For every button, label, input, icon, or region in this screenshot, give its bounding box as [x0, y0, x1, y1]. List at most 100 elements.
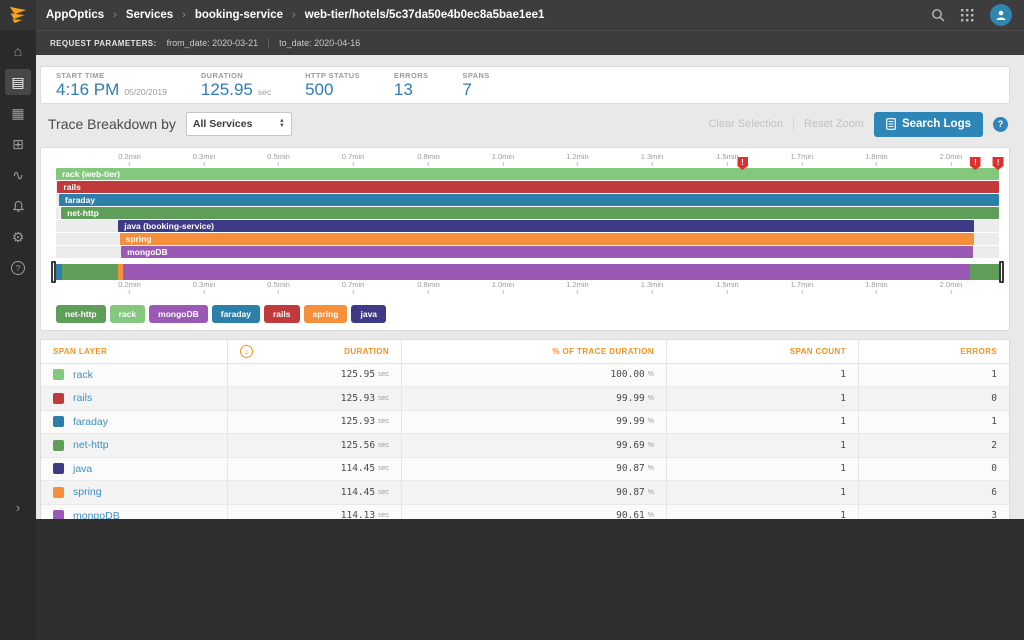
breadcrumb-booking-service[interactable]: booking-service	[195, 9, 283, 21]
duration-value: 114.45	[341, 463, 375, 474]
cell-span-count: 1	[667, 481, 859, 504]
cell-span-count: 1	[667, 458, 859, 481]
errors-value: 0	[991, 463, 997, 474]
table-row-net-http[interactable]: net-http125.56sec99.69%12	[41, 434, 1009, 458]
sidebar-item-traces[interactable]: ▤	[5, 69, 31, 95]
pct-value: 99.69	[616, 440, 645, 451]
stat-errors: ERRORS 13	[394, 71, 429, 100]
cell-errors: 6	[859, 481, 1009, 504]
layer-color-swatch	[53, 369, 64, 380]
column-header-span-count[interactable]: SPAN COUNT	[667, 340, 859, 363]
column-header-span-layer[interactable]: SPAN LAYER	[41, 340, 228, 363]
legend-chip-faraday[interactable]: faraday	[212, 305, 260, 323]
bell-icon	[12, 200, 25, 213]
minimap-left-handle[interactable]	[51, 261, 56, 283]
reset-zoom-link[interactable]: Reset Zoom	[804, 118, 864, 130]
search-icon[interactable]	[931, 8, 945, 22]
column-header-pct-trace-duration[interactable]: % OF TRACE DURATION	[402, 340, 667, 363]
search-logs-button[interactable]: Search Logs	[874, 112, 983, 137]
clear-selection-link[interactable]: Clear Selection	[708, 118, 783, 130]
legend-chip-mongoDB[interactable]: mongoDB	[149, 305, 208, 323]
cell-span-count: 1	[667, 434, 859, 457]
minimap-segment-net-http	[62, 264, 119, 280]
app-grid-icon[interactable]	[961, 9, 974, 22]
sidebar-item-home[interactable]: ⌂	[5, 38, 31, 64]
sidebar-item-alerts[interactable]	[5, 193, 31, 219]
sidebar-item-metrics[interactable]: ▦	[5, 100, 31, 126]
pct-unit: %	[648, 371, 654, 378]
table-row-rails[interactable]: rails125.93sec99.99%10	[41, 387, 1009, 411]
axis-tick-line	[502, 162, 503, 166]
legend-chip-rails[interactable]: rails	[264, 305, 300, 323]
sort-descending-icon[interactable]: ↓	[240, 345, 253, 358]
legend-chip-spring[interactable]: spring	[304, 305, 348, 323]
stat-value: 125.95	[201, 80, 253, 100]
nav-right-actions	[931, 4, 1024, 26]
column-header-errors[interactable]: ERRORS	[859, 340, 1009, 363]
span-row-rack: rack (web-tier)	[56, 168, 999, 180]
divider	[268, 38, 269, 48]
search-logs-label: Search Logs	[902, 118, 971, 130]
layer-name-link[interactable]: rails	[73, 392, 92, 404]
cell-duration: 125.93sec	[228, 387, 402, 410]
sidebar-item-help[interactable]: ?	[5, 255, 31, 281]
axis-tick-label: 1.8min	[865, 152, 888, 161]
solarwinds-logo-icon	[8, 6, 28, 24]
cell-pct-trace-duration: 99.99%	[402, 387, 667, 410]
minimap-track[interactable]	[56, 264, 999, 280]
sidebar-item-settings[interactable]: ⚙	[5, 224, 31, 250]
axis-tick: 0.2min	[118, 152, 141, 166]
solarwinds-logo[interactable]	[0, 0, 36, 30]
errors-value: 2	[991, 440, 997, 451]
pct-unit: %	[648, 465, 654, 472]
breadcrumb-trace-id[interactable]: web-tier/hotels/5c37da50e4b0ec8a5bae1ee1	[305, 9, 545, 21]
axis-tick: 0.2min	[118, 280, 141, 294]
table-row-faraday[interactable]: faraday125.93sec99.99%11	[41, 411, 1009, 435]
span-bar-label: faraday	[59, 194, 999, 206]
span-bar-faraday[interactable]: faraday	[59, 194, 999, 206]
sidebar-expand-chevron[interactable]: ›	[0, 500, 36, 515]
layer-name-link[interactable]: mongoDB	[73, 510, 120, 519]
table-row-rack[interactable]: rack125.95sec100.00%11	[41, 364, 1009, 388]
span-bar-net-http[interactable]: net-http	[61, 207, 999, 219]
span-bar-java[interactable]: java (booking-service)	[118, 220, 973, 232]
span-row-net-http: net-http	[56, 207, 999, 219]
layer-name-link[interactable]: spring	[73, 486, 102, 498]
span-bar-mongoDB[interactable]: mongoDB	[121, 246, 973, 258]
layer-name-link[interactable]: rack	[73, 369, 93, 381]
toolbar-actions: Clear Selection Reset Zoom Search Logs ?	[708, 112, 1008, 137]
sidebar-item-live[interactable]: ∿	[5, 162, 31, 188]
trace-breakdown-toolbar: Trace Breakdown by All Services ▲▼ Clear…	[40, 104, 1010, 144]
span-bar-rails[interactable]: rails	[57, 181, 999, 193]
axis-tick: 0.3min	[193, 280, 216, 294]
table-row-mongoDB[interactable]: mongoDB114.13sec90.61%13	[41, 505, 1009, 520]
legend-chip-rack[interactable]: rack	[110, 305, 146, 323]
axis-tick-label: 2.0min	[940, 152, 963, 161]
axis-tick: 1.8min	[865, 152, 888, 166]
span-bar-rack[interactable]: rack (web-tier)	[56, 168, 999, 180]
axis-tick-line	[278, 290, 279, 294]
layer-name-link[interactable]: net-http	[73, 439, 109, 451]
cell-duration: 114.45sec	[228, 458, 402, 481]
axis-tick-line	[353, 162, 354, 166]
axis-tick: 1.5min	[716, 152, 739, 166]
help-badge-icon[interactable]: ?	[993, 117, 1008, 132]
table-row-spring[interactable]: spring114.45sec90.87%16	[41, 481, 1009, 505]
layer-name-link[interactable]: java	[73, 463, 92, 475]
legend-chip-net-http[interactable]: net-http	[56, 305, 106, 323]
legend-chip-java[interactable]: java	[351, 305, 386, 323]
user-avatar[interactable]	[990, 4, 1012, 26]
minimap-right-handle[interactable]	[999, 261, 1004, 283]
breadcrumb-services[interactable]: Services	[126, 9, 173, 21]
cell-span-layer: rack	[41, 364, 228, 387]
breakdown-select[interactable]: All Services ▲▼	[186, 112, 292, 136]
sidebar-item-dashboards[interactable]: ⊞	[5, 131, 31, 157]
span-bar-spring[interactable]: spring	[120, 233, 974, 245]
span-row-mongoDB: mongoDB	[56, 246, 999, 258]
breadcrumb-appoptics[interactable]: AppOptics	[46, 9, 104, 21]
column-header-duration[interactable]: ↓ DURATION	[228, 340, 402, 363]
axis-tick-label: 0.7min	[342, 152, 365, 161]
stat-duration: DURATION 125.95sec	[201, 71, 271, 100]
table-row-java[interactable]: java114.45sec90.87%10	[41, 458, 1009, 482]
layer-name-link[interactable]: faraday	[73, 416, 108, 428]
